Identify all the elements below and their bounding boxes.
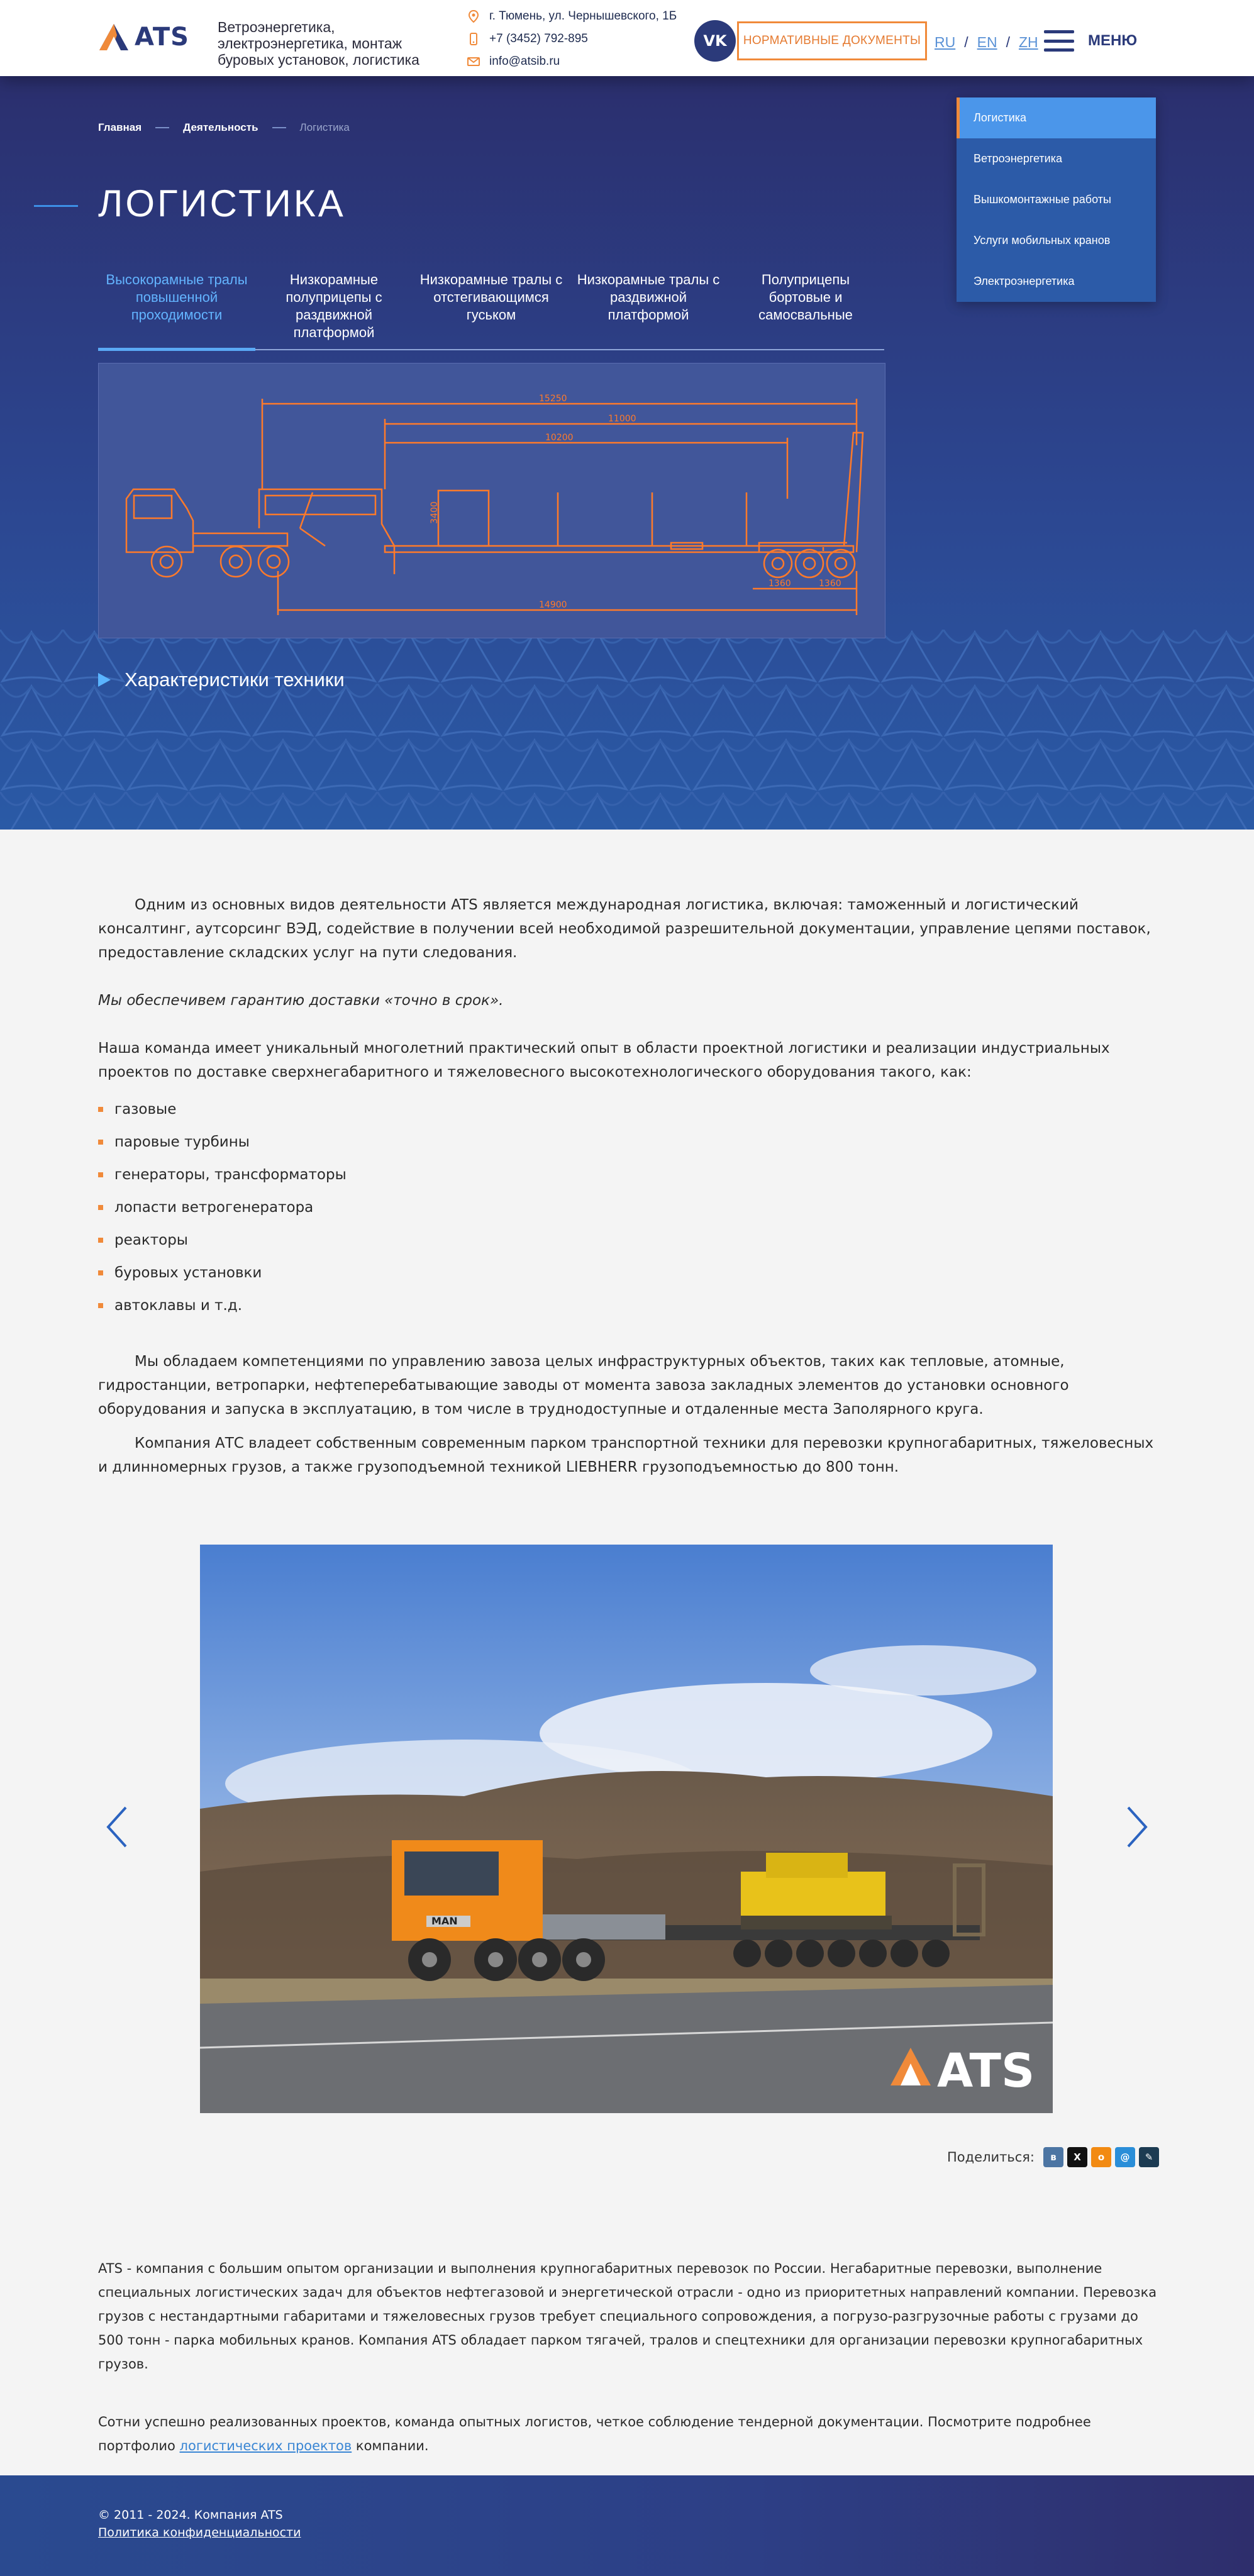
tab-high-frame-trawls[interactable]: Высокорамные тралы повышенной проходимос… — [98, 271, 255, 351]
slider-next-arrow[interactable] — [1124, 1805, 1150, 1849]
x-share-icon[interactable]: X — [1067, 2147, 1088, 2167]
address: г. Тюмень, ул. Чернышевского, 1Б — [467, 5, 677, 28]
vk-share-icon[interactable]: в — [1043, 2147, 1064, 2167]
truck-badge: MAN — [431, 1915, 458, 1927]
privacy-link[interactable]: Политика конфиденциальности — [98, 2526, 301, 2540]
side-item-wind-energy[interactable]: Ветроэнергетика — [957, 138, 1156, 179]
photo-slider: MAN ATS — [200, 1545, 1053, 2113]
dim-10200: 10200 — [545, 433, 574, 443]
intro-paragraph: Одним из основных видов деятельности ATS… — [98, 897, 1151, 961]
email[interactable]: info@atsib.ru — [467, 50, 677, 73]
tab-side-dump-trailers[interactable]: Полуприцепы бортовые и самосвальные — [727, 271, 884, 349]
main-content: Одним из основных видов деятельности ATS… — [98, 893, 1161, 1489]
breadcrumb-home[interactable]: Главная — [98, 121, 141, 134]
email-text[interactable]: info@atsib.ru — [489, 55, 560, 69]
address-text: г. Тюмень, ул. Чернышевского, 1Б — [489, 9, 677, 23]
mail-share-icon[interactable]: @ — [1115, 2147, 1136, 2167]
page-title: ЛОГИСТИКА — [98, 182, 346, 225]
portfolio-paragraph: Сотни успешно реализованных проектов, ко… — [98, 2414, 1091, 2453]
share-block: Поделиться: в X o @ ✎ — [947, 2147, 1160, 2167]
trailer-schematic: 15250 11000 10200 14900 1360 1360 3400 — [125, 394, 864, 615]
phone-icon — [470, 33, 477, 45]
vehicle-tabs: Высокорамные тралы повышенной проходимос… — [98, 271, 884, 351]
side-item-rig-installation[interactable]: Вышкомонтажные работы — [957, 179, 1156, 220]
dim-3400: 3400 — [430, 501, 440, 524]
tab-low-frame-trawls-sliding[interactable]: Низкорамные тралы с раздвижной платформо… — [570, 271, 727, 349]
hamburger-icon — [1044, 30, 1074, 52]
side-item-electric-energy[interactable]: Электроэнергетика — [957, 261, 1156, 302]
dim-11000: 11000 — [608, 414, 636, 424]
side-item-mobile-cranes[interactable]: Услуги мобильных кранов — [957, 220, 1156, 261]
experience-paragraph: Наша команда имеет уникальный многолетни… — [98, 1040, 1110, 1080]
title-accent-line — [34, 205, 78, 207]
docs-button[interactable]: НОРМАТИВНЫЕ ДОКУМЕНТЫ — [737, 21, 927, 60]
list-item: автоклавы и т.д. — [98, 1289, 1161, 1322]
list-item: буровых установки — [98, 1257, 1161, 1289]
dim-14900: 14900 — [539, 600, 567, 610]
vk-icon[interactable]: VK — [694, 20, 736, 62]
contacts: г. Тюмень, ул. Чернышевского, 1Б +7 (345… — [467, 5, 677, 73]
photo-watermark: ATS — [937, 2044, 1035, 2098]
specs-label: Характеристики техники — [125, 669, 345, 691]
tagline: Ветроэнергетика, электроэнергетика, монт… — [218, 19, 419, 68]
fleet-paragraph: Компания АТС владеет собственным совреме… — [98, 1435, 1154, 1475]
list-item: реакторы — [98, 1224, 1161, 1257]
lang-ru[interactable]: RU — [935, 34, 955, 51]
logo[interactable]: ATS — [98, 23, 189, 52]
equipment-list: газовые паровые турбины генераторы, тран… — [98, 1093, 1161, 1322]
logo-text: ATS — [135, 23, 189, 52]
lang-en[interactable]: EN — [977, 34, 997, 51]
trailer-drawing: 15250 11000 10200 14900 1360 1360 3400 — [98, 363, 885, 638]
decorative-pattern — [0, 630, 1254, 830]
slider-prev-arrow[interactable] — [104, 1805, 130, 1849]
map-pin-icon — [468, 9, 479, 23]
truck-photo: MAN ATS — [200, 1545, 1053, 2113]
side-item-logistics[interactable]: Логистика — [957, 97, 1156, 138]
competence-paragraph: Мы обладаем компетенциями по управлению … — [98, 1353, 1069, 1418]
menu-button[interactable]: МЕНЮ — [1044, 30, 1137, 52]
dim-1360-a: 1360 — [768, 579, 791, 589]
phone-text[interactable]: +7 (3452) 792-895 — [489, 32, 588, 46]
ok-share-icon[interactable]: o — [1091, 2147, 1112, 2167]
menu-label: МЕНЮ — [1088, 32, 1138, 49]
lj-share-icon[interactable]: ✎ — [1139, 2147, 1160, 2167]
list-item: паровые турбины — [98, 1126, 1161, 1158]
breadcrumb-current: Логистика — [299, 121, 350, 133]
about-paragraph: ATS - компания с большим опытом организа… — [98, 2261, 1157, 2372]
site-footer: © 2011 - 2024. Компания ATS Политика кон… — [0, 2475, 1254, 2576]
breadcrumb: Главная Деятельность Логистика — [98, 121, 350, 134]
phone[interactable]: +7 (3452) 792-895 — [467, 28, 677, 50]
portfolio-link[interactable]: логистических проектов — [180, 2438, 352, 2453]
list-item: лопасти ветрогенератора — [98, 1191, 1161, 1224]
tab-low-frame-gooseneck[interactable]: Низкорамные тралы с отстегивающимся гусь… — [413, 271, 570, 349]
guarantee-paragraph: Мы обеспечивем гарантию доставки «точно … — [98, 992, 504, 1009]
triangle-right-icon — [98, 673, 111, 687]
tab-low-frame-sliding[interactable]: Низкорамные полуприцепы с раздвижной пла… — [255, 271, 413, 349]
side-menu: Логистика Ветроэнергетика Вышкомонтажные… — [957, 97, 1156, 302]
list-item: генераторы, трансформаторы — [98, 1158, 1161, 1191]
dim-1360-b: 1360 — [819, 579, 841, 589]
share-label: Поделиться: — [947, 2150, 1035, 2165]
breadcrumb-activity[interactable]: Деятельность — [183, 121, 258, 134]
copyright: © 2011 - 2024. Компания ATS — [98, 2508, 283, 2522]
site-header: ATS Ветроэнергетика, электроэнергетика, … — [0, 0, 1254, 76]
about-section: ATS - компания с большим опытом организа… — [98, 2257, 1161, 2492]
language-switcher: RU / EN / ZH — [935, 34, 1038, 51]
dim-15250: 15250 — [539, 394, 567, 404]
mail-icon — [467, 57, 480, 66]
specs-toggle[interactable]: Характеристики техники — [98, 669, 345, 691]
lang-zh[interactable]: ZH — [1019, 34, 1038, 51]
list-item: газовые — [98, 1093, 1161, 1126]
logo-icon — [99, 24, 128, 50]
